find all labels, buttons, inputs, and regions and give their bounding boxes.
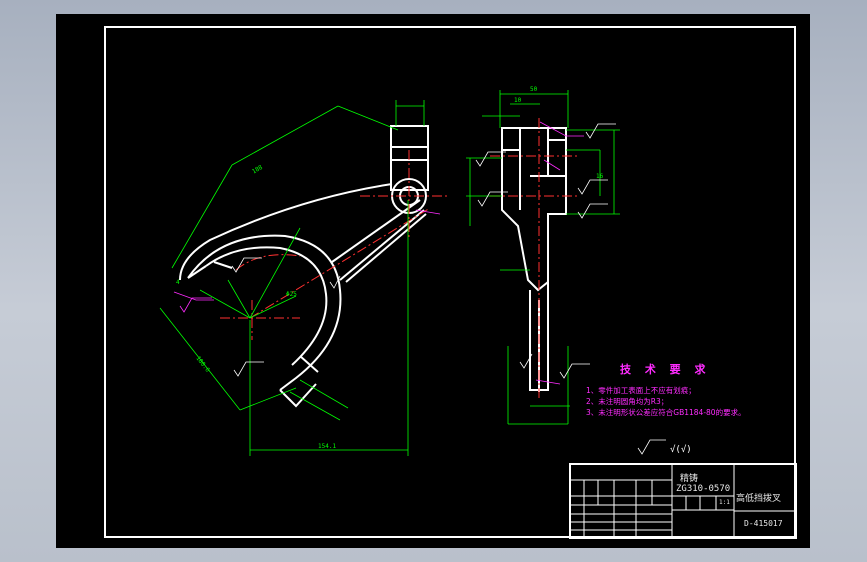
side-view-roughness-symbols [475,123,616,379]
dim-bore: Φ25 [286,291,297,298]
tech-requirement-item: 3、未注明形状公差应符合GB1184-80的要求。 [586,408,746,417]
dim-height-vertical: 180.6 [194,355,211,374]
side-view-dimension-text: 50 10 16 [514,86,604,180]
title-block-drawing-number: D-415017 [744,519,783,528]
dim-offset-b: 16 [596,173,604,180]
tech-requirement-item: 2、未注明圆角均为R3； [586,397,669,406]
dim-side-thickness: 10 [514,97,522,104]
main-view-center-lines [220,150,450,340]
tech-requirements-title: 技 术 要 求 [620,363,711,376]
tech-requirement-item: 1、零件加工表面上不应有划痕； [586,386,696,395]
side-view-dimension-lines [466,90,620,425]
side-view-annotation-leaders [535,121,584,385]
title-block-material-code: ZG310-0570 [676,484,731,494]
general-roughness-note: √(√) [637,439,692,455]
dim-offset-a: 4 [176,279,180,286]
title-block-part-name: 高低挡拨叉 [736,494,782,504]
dim-horizontal-bottom: 154.1 [318,443,336,450]
cad-drawing: 188 180.6 154.1 Φ25 4 50 10 16 √(√) [159,86,797,539]
title-block-material-label: 精铸 [680,474,699,484]
title-block-scale: 1:1 [719,499,730,506]
dim-side-width: 50 [530,86,538,93]
dim-overall-length: 188 [251,164,264,176]
roughness-note-text: √(√) [670,444,692,455]
main-view-part-outline [179,125,429,408]
